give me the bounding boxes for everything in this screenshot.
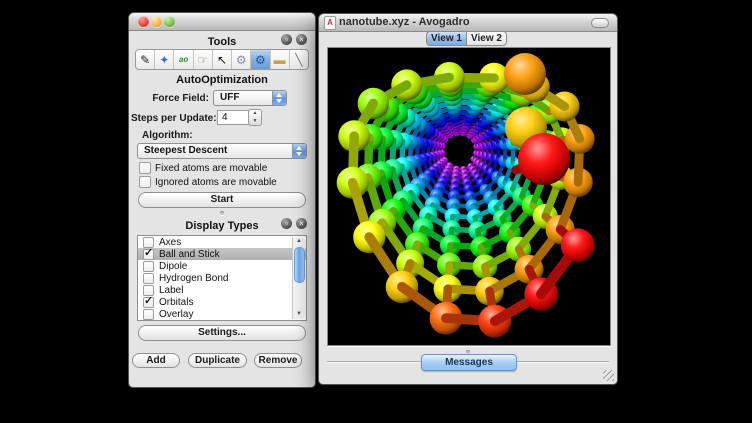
close-dock-icon[interactable]: × (296, 218, 307, 229)
tools-window-titlebar[interactable] (129, 13, 315, 31)
display-type-checkbox[interactable]: ✓ (143, 249, 154, 260)
fixed-atoms-label: Fixed atoms are movable (155, 163, 267, 174)
settings-button[interactable]: Settings... (138, 325, 306, 341)
check-icon: ✓ (144, 246, 153, 259)
display-type-row[interactable]: ✓ Orbitals (138, 296, 306, 308)
check-icon: ✓ (144, 294, 153, 307)
tools-window: Tools ▫ × ✎ ✦ ao ☞ ↖ ⚙ ⚙ ▬ ╲ AutoOptimization Fo… (128, 12, 316, 388)
float-dock-icon[interactable]: ▫ (281, 34, 292, 45)
display-type-label: Overlay (159, 309, 193, 320)
autooptimize-tool[interactable]: ⚙ (250, 50, 269, 69)
avogadro-window: A nanotube.xyz - Avogadro View 1View 2 M… (318, 13, 618, 385)
close-traffic-light[interactable] (138, 16, 149, 27)
ignored-atoms-checkbox-row[interactable]: Ignored atoms are movable (139, 176, 277, 188)
popup-stepper-icon (292, 144, 306, 158)
display-types-rows: Axes ✓ Ball and StickDipoleHydrogen BondLa… (138, 236, 306, 320)
algorithm-value: Steepest Descent (144, 145, 227, 156)
ignored-atoms-label: Ignored atoms are movable (155, 177, 277, 188)
display-type-label: Dipole (159, 261, 187, 272)
float-dock-icon[interactable]: ▫ (281, 218, 292, 229)
autorotate-tool[interactable]: ⚙ (231, 50, 250, 69)
measure-tool-icon: ▬ (274, 54, 286, 66)
duplicate-button[interactable]: Duplicate (188, 353, 247, 368)
display-type-checkbox[interactable]: ✓ (143, 297, 154, 308)
autorotate-tool-icon: ⚙ (236, 54, 247, 66)
minimize-traffic-light[interactable] (151, 16, 162, 27)
display-type-row[interactable]: Axes (138, 236, 306, 248)
display-type-row[interactable]: ✓ Ball and Stick (138, 248, 306, 260)
remove-button[interactable]: Remove (254, 353, 302, 368)
messages-button[interactable]: Messages (421, 354, 517, 371)
fixed-atoms-checkbox-row[interactable]: Fixed atoms are movable (139, 162, 267, 174)
align-tool[interactable]: ╲ (289, 50, 308, 69)
steps-label: Steps per Update: (131, 113, 213, 124)
display-types-list: Axes ✓ Ball and StickDipoleHydrogen BondLa… (137, 235, 307, 321)
close-dock-icon[interactable]: × (296, 34, 307, 45)
resize-grip[interactable] (603, 370, 614, 381)
display-type-checkbox[interactable] (143, 273, 154, 284)
bond-centric-tool-icon: ao (179, 54, 188, 66)
scrollbar-thumb[interactable] (294, 247, 305, 283)
force-field-value: UFF (220, 92, 239, 103)
avogadro-titlebar[interactable]: A nanotube.xyz - Avogadro (319, 14, 617, 32)
algorithm-select[interactable]: Steepest Descent (137, 143, 307, 159)
window-title: nanotube.xyz - Avogadro (339, 16, 470, 28)
display-type-label: Ball and Stick (159, 249, 220, 260)
bond-centric-tool[interactable]: ao (173, 50, 192, 69)
display-type-row[interactable]: Dipole (138, 260, 306, 272)
force-field-select[interactable]: UFF (213, 90, 287, 106)
tool-toolbar: ✎ ✦ ao ☞ ↖ ⚙ ⚙ ▬ ╲ (135, 49, 309, 70)
add-button[interactable]: Add (132, 353, 180, 368)
zoom-traffic-light[interactable] (164, 16, 175, 27)
gl-viewport[interactable] (327, 47, 611, 346)
display-type-row[interactable]: Label (138, 284, 306, 296)
draw-tool[interactable]: ✎ (136, 50, 154, 69)
scroll-down-icon[interactable]: ▼ (293, 310, 305, 319)
display-types-title: Display Types (185, 220, 258, 232)
display-type-label: Orbitals (159, 297, 193, 308)
selection-tool[interactable]: ↖ (212, 50, 231, 69)
popup-stepper-icon (272, 91, 286, 105)
splitter-handle[interactable] (220, 211, 224, 215)
display-type-row[interactable]: Hydrogen Bond (138, 272, 306, 284)
steps-input[interactable]: 4 (217, 110, 249, 125)
start-button[interactable]: Start (138, 192, 306, 208)
display-type-label: Axes (159, 237, 181, 248)
navigate-tool[interactable]: ✦ (154, 50, 173, 69)
desktop: { "icons": { "float": "▫", "close": "×",… (0, 0, 752, 423)
tools-dock-header[interactable]: Tools ▫ × (129, 32, 315, 48)
document-icon: A (324, 16, 336, 30)
fixed-atoms-checkbox[interactable] (139, 162, 151, 174)
tab-view-2[interactable]: View 2 (466, 31, 507, 46)
measure-tool[interactable]: ▬ (270, 50, 289, 69)
steps-stepper[interactable]: ▲ ▼ (248, 109, 262, 126)
display-type-label: Label (159, 285, 183, 296)
display-types-scrollbar[interactable]: ▲ ▼ (292, 237, 305, 319)
nanotube-render (328, 48, 610, 345)
tab-view-1[interactable]: View 1 (426, 31, 466, 46)
navigate-tool-icon: ✦ (159, 54, 169, 66)
autooptimize-tool-icon: ⚙ (255, 54, 266, 66)
display-type-checkbox[interactable] (143, 261, 154, 272)
panel-title: AutoOptimization (129, 74, 315, 86)
align-tool-icon: ╲ (295, 54, 302, 66)
tools-dock-title: Tools (208, 36, 237, 48)
draw-tool-icon: ✎ (140, 54, 150, 66)
display-type-checkbox[interactable] (143, 309, 154, 320)
selection-tool-icon: ↖ (217, 54, 227, 66)
ignored-atoms-checkbox[interactable] (139, 176, 151, 188)
force-field-label: Force Field: (141, 93, 209, 104)
display-types-header[interactable]: Display Types ▫ × (129, 216, 315, 232)
stepper-down-icon[interactable]: ▼ (249, 118, 261, 125)
display-type-label: Hydrogen Bond (159, 273, 229, 284)
display-type-row[interactable]: Overlay (138, 308, 306, 320)
algorithm-label: Algorithm: (142, 130, 193, 141)
manipulate-tool[interactable]: ☞ (193, 50, 212, 69)
toolbar-lozenge-button[interactable] (591, 18, 609, 28)
manipulate-tool-icon: ☞ (197, 54, 208, 66)
view-tabset: View 1View 2 (426, 31, 507, 46)
stepper-up-icon[interactable]: ▲ (249, 110, 261, 117)
scroll-up-icon[interactable]: ▲ (293, 237, 305, 246)
